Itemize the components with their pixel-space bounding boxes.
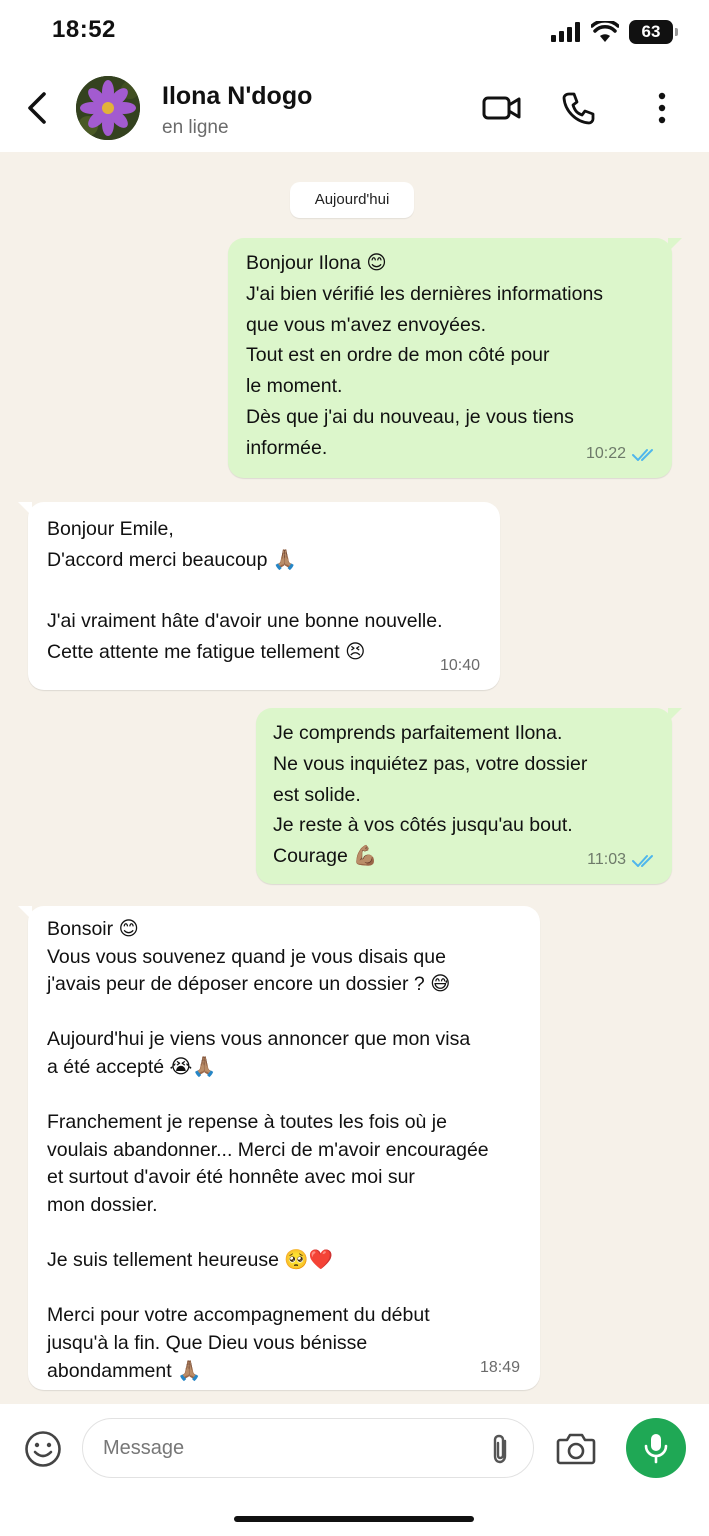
message-meta: 18:49: [480, 1354, 520, 1382]
message-input[interactable]: Message: [82, 1418, 534, 1478]
chat-area[interactable]: Aujourd'hui Bonjour Ilona 😊 J'ai bien vé…: [0, 152, 709, 1404]
battery-icon: 63: [629, 20, 678, 44]
message-text: Bonjour Emile, D'accord merci beaucoup 🙏…: [47, 518, 443, 664]
microphone-button[interactable]: [626, 1418, 686, 1478]
wifi-icon: [591, 21, 619, 42]
emoji-icon[interactable]: [24, 1430, 62, 1468]
microphone-icon: [644, 1434, 668, 1464]
composer-bar: Message: [0, 1404, 709, 1536]
video-call-icon[interactable]: [482, 90, 522, 126]
contact-status: en ligne: [162, 117, 229, 138]
status-bar: 18:52 63: [0, 0, 709, 64]
message-time: 10:40: [439, 657, 480, 675]
home-indicator: [234, 1516, 474, 1522]
flower-avatar-image: [76, 76, 140, 140]
read-ticks-icon: [632, 854, 653, 867]
paperclip-icon[interactable]: [489, 1433, 513, 1465]
status-icons: 63: [551, 18, 678, 46]
message-text: Bonsoir 😊 Vous vous souvenez quand je vo…: [47, 918, 489, 1382]
avatar[interactable]: [76, 76, 140, 140]
date-chip: Aujourd'hui: [290, 182, 414, 218]
message-time: 10:22: [585, 445, 626, 463]
phone-icon[interactable]: [561, 90, 597, 126]
message-meta: 10:40: [440, 651, 480, 682]
message-meta: 11:03: [587, 845, 658, 876]
message-meta: 10:22: [586, 439, 658, 470]
message-outgoing[interactable]: Je comprends parfaitement Ilona. Ne vous…: [256, 708, 682, 884]
read-ticks-icon: [632, 448, 653, 461]
camera-icon[interactable]: [556, 1430, 596, 1466]
chat-header: Ilona N'dogo en ligne: [0, 64, 709, 152]
contact-name[interactable]: Ilona N'dogo: [162, 82, 312, 111]
message-time: 11:03: [587, 851, 626, 869]
message-incoming[interactable]: Bonsoir 😊 Vous vous souvenez quand je vo…: [18, 906, 540, 1390]
message-time: 18:49: [479, 1359, 520, 1377]
message-placeholder: Message: [103, 1437, 185, 1459]
more-vertical-icon[interactable]: [654, 90, 670, 126]
signal-icon: [551, 22, 580, 42]
message-text: Bonjour Ilona 😊 J'ai bien vérifié les de…: [246, 252, 604, 459]
message-outgoing[interactable]: Bonjour Ilona 😊 J'ai bien vérifié les de…: [228, 238, 682, 478]
status-time: 18:52: [52, 16, 116, 43]
message-incoming[interactable]: Bonjour Emile, D'accord merci beaucoup 🙏…: [18, 502, 500, 690]
back-button[interactable]: [22, 90, 52, 126]
